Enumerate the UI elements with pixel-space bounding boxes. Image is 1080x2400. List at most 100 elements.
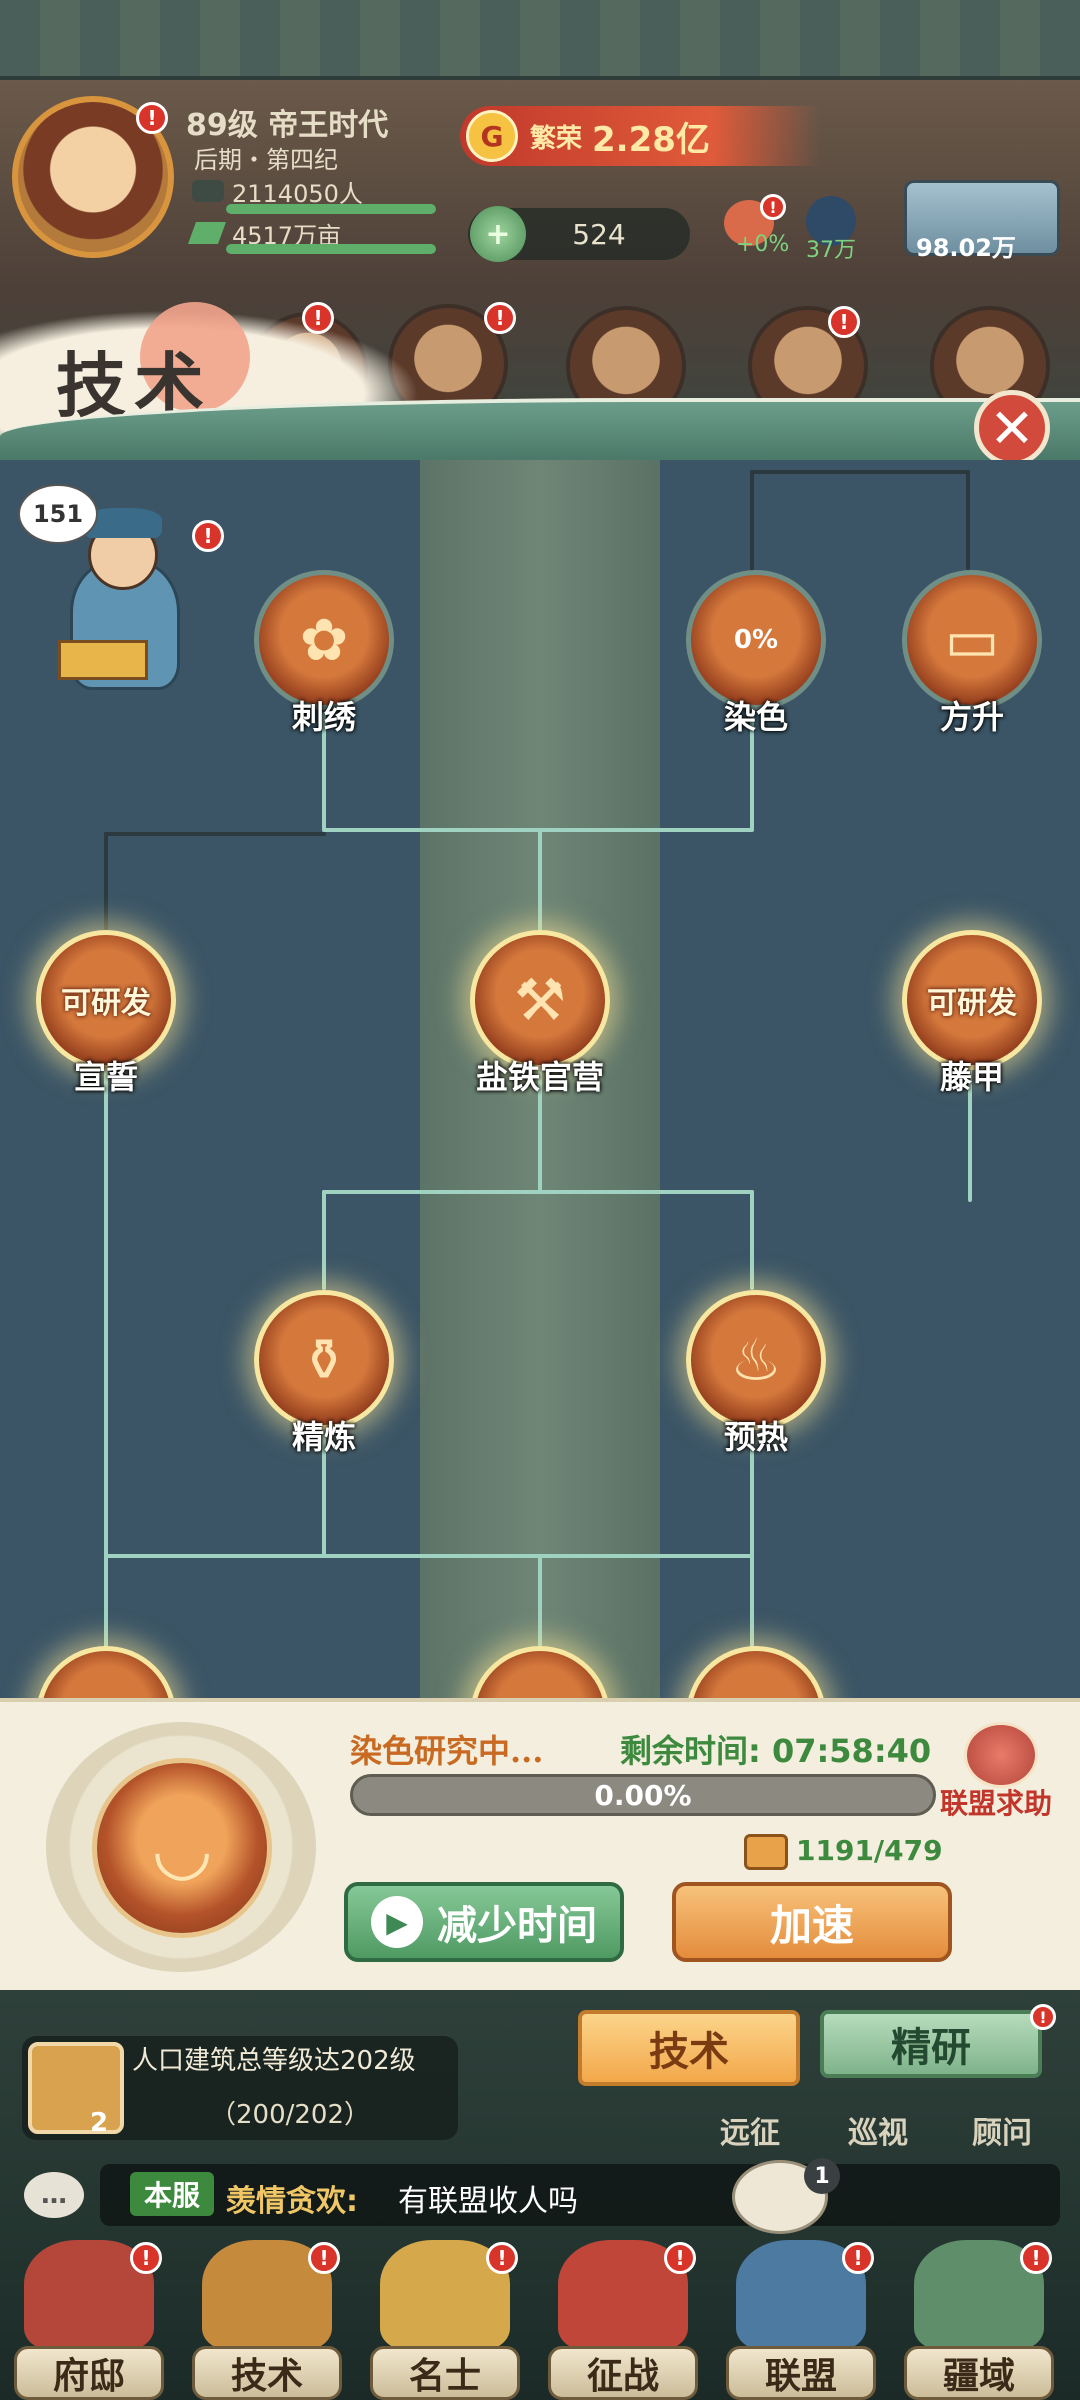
measure-box-icon: ▭ [944,606,1000,674]
scholar-alert-badge: ! [192,520,224,552]
tech-label-dyeing: 染色 [723,698,788,736]
nav-alliance-badge: ! [842,2242,874,2274]
blacksmith-icon: ⚒ [514,966,566,1034]
portrait-2-badge: ! [484,302,516,334]
player-level-era: 89级 帝王时代 [186,100,388,144]
advisor-button[interactable]: 顾问 [972,2108,1032,2152]
chat-channel-tag: 本服 [130,2172,214,2216]
tab-refine[interactable]: 精研 [820,2010,1042,2078]
tech-label-preheat: 预热 [723,1418,788,1456]
prosperity-icon: G [466,110,518,162]
nav-celebrities-label: 名士 [370,2346,520,2400]
kiln-icon: ♨ [730,1326,782,1394]
connector [322,1190,326,1290]
nav-territory-label: 疆域 [904,2346,1054,2400]
nav-battle-label: 征战 [548,2346,698,2400]
tech-node-measure[interactable]: ▭ [902,570,1042,710]
nav-mansion-label: 府邸 [14,2346,164,2400]
player-era: 帝王时代 [268,108,389,143]
nav-territory[interactable]: ! 疆域 [894,2240,1064,2400]
scholar-speech-bubble: 151 [18,484,98,544]
connector [538,1140,542,1194]
nav-tech-label: 技术 [192,2346,342,2400]
connector [750,1190,754,1290]
player-sub-era: 后期・第四纪 [194,146,338,174]
scholar-book-icon [58,640,148,680]
embroidery-icon: ✿ [299,606,349,674]
nav-territory-badge: ! [1020,2242,1052,2274]
quest-progress: （200/202） [210,2100,371,2130]
quest-badge: 2 [90,2108,109,2138]
chat-bubble-icon[interactable]: … [24,2172,84,2218]
population-icon [192,180,224,202]
alliance-help-button[interactable]: 联盟求助 [940,1782,1052,1822]
fist-icon[interactable] [964,1722,1038,1788]
territory-value: 98.02万 [916,234,1016,262]
research-status: 染色研究中... [350,1732,544,1770]
tech-node-embroidery[interactable]: ✿ [254,570,394,710]
connector [538,828,542,938]
nav-celebrities-badge: ! [486,2242,518,2274]
connector [104,832,326,836]
crucible-icon: ⚱ [299,1326,349,1394]
prosperity-value: 2.28亿 [592,119,710,160]
tech-label-oath: 宣誓 [73,1058,138,1096]
oath-available-text: 可研发 [61,986,151,1021]
connector [966,470,970,570]
population-bar [226,204,436,214]
bonus-pct: +0% [736,232,790,257]
scroll-count: 1191/479 [796,1834,943,1867]
quest-map-icon [28,2042,124,2134]
tech-node-dyeing[interactable]: 0% [686,570,826,710]
official-count: 37万 [806,238,856,263]
nav-alliance-label: 联盟 [726,2346,876,2400]
reduce-time-button[interactable]: ▶ 减少时间 [344,1882,624,1962]
play-icon: ▶ [371,1896,423,1948]
inspect-button[interactable]: 巡视 [848,2108,908,2152]
research-progress-text: 0.00% [594,1778,692,1812]
nav-tech[interactable]: ! 技术 [182,2240,352,2400]
time-remaining-label: 剩余时间: [620,1732,761,1770]
top-ornament [0,0,1080,80]
chat-message: 有联盟收人吗 [398,2184,578,2219]
quest-text: 人口建筑总等级达202级 [132,2046,416,2076]
tech-label-measure: 方升 [939,698,1004,736]
rattan-armor-available-text: 可研发 [927,986,1017,1021]
current-research-icon: ◡ [92,1758,272,1938]
chat-username: 羡情贪欢: [226,2184,358,2219]
tech-node-oath[interactable]: 可研发 [36,930,176,1070]
nav-mansion[interactable]: ! 府邸 [4,2240,174,2400]
nav-alliance[interactable]: ! 联盟 [716,2240,886,2400]
nav-tech-badge: ! [308,2242,340,2274]
expedition-button[interactable]: 远征 [720,2108,780,2152]
nav-mansion-badge: ! [130,2242,162,2274]
land-bar [226,244,436,254]
reduce-time-label: 减少时间 [437,1902,597,1949]
scroll-icon [744,1834,788,1870]
bonus-alert-badge: ! [760,194,786,220]
tab-tech[interactable]: 技术 [578,2010,800,2086]
connector [104,1554,754,1558]
nav-battle-badge: ! [664,2242,696,2274]
nav-battle[interactable]: ! 征战 [538,2240,708,2400]
tech-label-embroidery: 刺绣 [291,698,356,736]
tech-node-refining[interactable]: ⚱ [254,1290,394,1430]
nav-celebrities[interactable]: ! 名士 [360,2240,530,2400]
tech-node-rattan-armor[interactable]: 可研发 [902,930,1042,1070]
speed-up-button[interactable]: 加速 [672,1882,952,1962]
player-level: 89级 [186,108,258,143]
connector [104,832,108,932]
jade-add-icon[interactable]: + [470,206,526,262]
tab-refine-badge: ! [1030,2004,1056,2030]
portrait-4-badge: ! [828,306,860,338]
jade-value: 524 [572,217,626,251]
time-remaining: 剩余时间: 07:58:40 [620,1726,931,1772]
connector [104,1052,108,1702]
close-button[interactable]: ✕ [974,390,1050,466]
tech-label-salt-iron: 盐铁官营 [475,1058,604,1096]
tech-label-rattan-armor: 藤甲 [939,1058,1004,1096]
tech-node-preheat[interactable]: ♨ [686,1290,826,1430]
tech-node-salt-iron[interactable]: ⚒ [470,930,610,1070]
time-remaining-value: 07:58:40 [771,1732,932,1770]
alliance-notice-badge: 1 [804,2158,840,2194]
